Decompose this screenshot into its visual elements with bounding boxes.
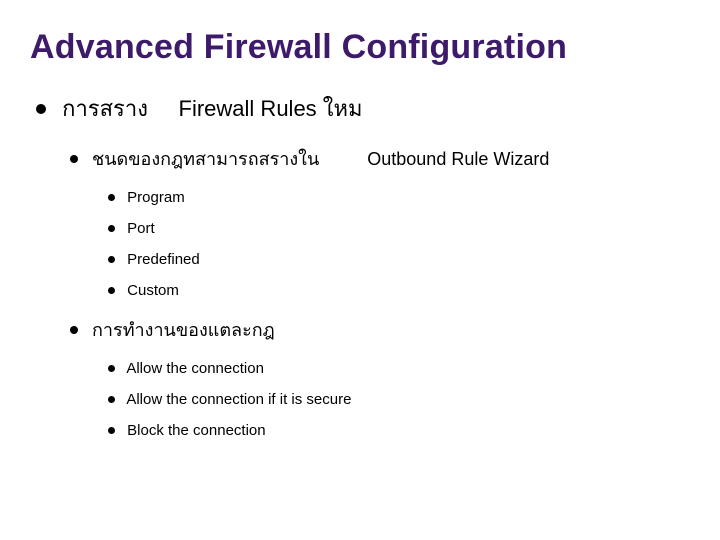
bullet-list-level1: การสราง Firewall Rules ใหม ชนดของกฎทสามา… — [30, 91, 690, 439]
bullet-icon — [108, 225, 115, 232]
bullet-list-level3: Program Port Predefined Custom — [108, 189, 690, 299]
bullet-list-level2: ชนดของกฎทสามารถสรางใน Outbound Rule Wiza… — [70, 144, 690, 439]
text-segment: Custom — [127, 282, 179, 299]
text-segment: Port — [127, 220, 155, 237]
list-item: การสราง Firewall Rules ใหม ชนดของกฎทสามา… — [36, 91, 690, 439]
bullet-icon — [108, 427, 115, 434]
text-segment: การสราง — [62, 96, 148, 121]
bullet-icon — [108, 396, 115, 403]
list-item: Block the connection — [108, 422, 690, 439]
list-item: Custom — [108, 282, 690, 299]
text-segment: Predefined — [127, 251, 200, 268]
list-item: Port — [108, 220, 690, 237]
text-segment: การทำงานของแตละกฎ — [92, 320, 275, 340]
bullet-list-level3: Allow the connection Allow the connectio… — [108, 360, 690, 439]
text-segment: Firewall Rules ใหม — [179, 96, 363, 121]
list-item: Allow the connection — [108, 360, 690, 377]
text-left: ชนดของกฎทสามารถสรางใน — [70, 144, 319, 173]
bullet-icon — [108, 194, 115, 201]
list-item: Predefined — [108, 251, 690, 268]
text-right: Outbound Rule Wizard — [367, 149, 549, 170]
text-segment: Block the connection — [127, 422, 265, 439]
text-segment: ชนดของกฎทสามารถสรางใน — [92, 149, 319, 169]
text-segment: Allow the connection if it is secure — [126, 391, 351, 408]
bullet-icon — [70, 155, 78, 163]
bullet-icon — [108, 256, 115, 263]
list-item: ชนดของกฎทสามารถสรางใน Outbound Rule Wiza… — [70, 144, 690, 299]
list-item: การทำงานของแตละกฎ Allow the connection A… — [70, 315, 690, 439]
bullet-icon — [36, 104, 46, 114]
slide: Advanced Firewall Configuration การสราง … — [0, 0, 720, 439]
bullet-icon — [70, 326, 78, 334]
row: ชนดของกฎทสามารถสรางใน Outbound Rule Wiza… — [70, 144, 690, 173]
bullet-icon — [108, 287, 115, 294]
bullet-icon — [108, 365, 115, 372]
list-item: Allow the connection if it is secure — [108, 391, 690, 408]
slide-title: Advanced Firewall Configuration — [30, 28, 690, 67]
list-item: Program — [108, 189, 690, 206]
text-segment: Allow the connection — [126, 360, 264, 377]
text-segment: Program — [127, 189, 185, 206]
